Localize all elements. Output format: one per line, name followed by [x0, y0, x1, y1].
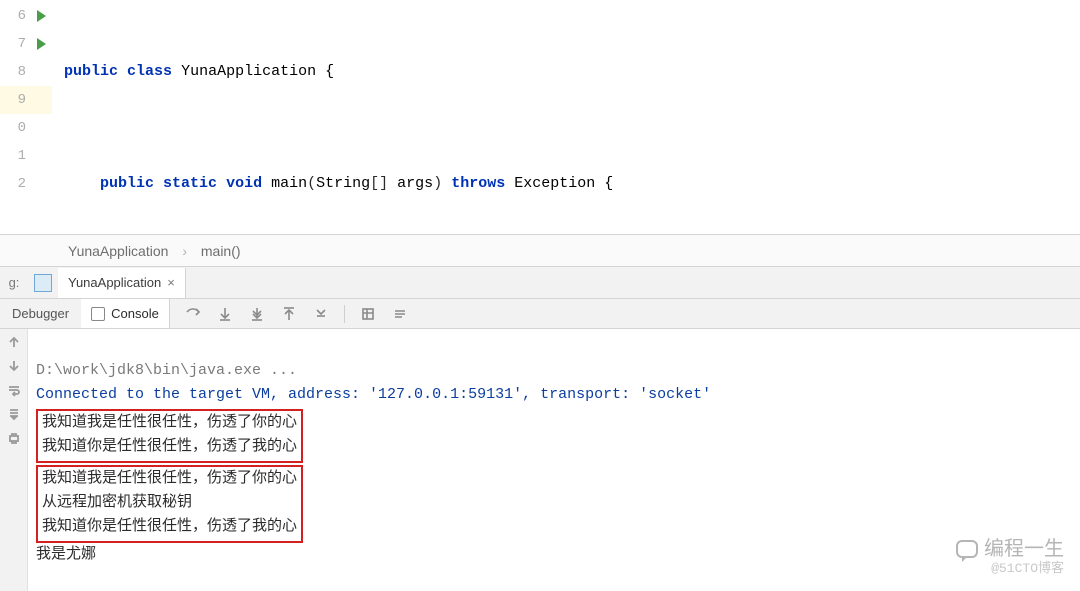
code-body[interactable]: public class YunaApplication { public st…: [52, 0, 1080, 234]
run-to-cursor-icon[interactable]: [359, 305, 377, 323]
breadcrumb[interactable]: YunaApplication › main(): [0, 235, 1080, 267]
code-editor[interactable]: 6 7 8 9 0 1 2 public class YunaApplicati…: [0, 0, 1080, 235]
close-icon[interactable]: ×: [167, 268, 175, 298]
console-line: 我知道你是任性很任性，伤透了我的心: [42, 518, 297, 535]
breadcrumb-class[interactable]: YunaApplication: [68, 243, 168, 259]
highlight-box: 我知道我是任性很任性，伤透了你的心 我知道你是任性很任性，伤透了我的心: [36, 409, 303, 463]
console-line: 我知道我是任性很任性，伤透了你的心: [42, 414, 297, 431]
step-over-icon[interactable]: [184, 305, 202, 323]
console-icon: [91, 307, 105, 321]
gutter-line[interactable]: 0: [0, 114, 52, 142]
code-line[interactable]: public static void main(String[] args) t…: [52, 170, 1080, 198]
breadcrumb-method[interactable]: main(): [201, 243, 241, 259]
console-line: 我是尤娜: [36, 546, 96, 563]
debug-toolbar: Debugger Console: [0, 299, 1080, 329]
code-line[interactable]: public class YunaApplication {: [52, 58, 1080, 86]
editor-gutter: 6 7 8 9 0 1 2: [0, 0, 52, 234]
watermark: @51CTO博客: [991, 557, 1064, 581]
run-tab-strip: g: YunaApplication ×: [0, 267, 1080, 299]
gutter-line[interactable]: 2: [0, 170, 52, 198]
print-icon[interactable]: [7, 431, 21, 445]
gutter-line[interactable]: 6: [0, 2, 52, 30]
chevron-right-icon: ›: [182, 243, 187, 259]
console-line: 我知道你是任性很任性，伤透了我的心: [42, 438, 297, 455]
console-gutter: [0, 329, 28, 591]
console-tab[interactable]: Console: [81, 299, 170, 328]
arrow-down-icon[interactable]: [7, 359, 21, 373]
console-line: D:\work\jdk8\bin\java.exe ...: [36, 362, 297, 379]
arrow-up-icon[interactable]: [7, 335, 21, 349]
gutter-line[interactable]: 7: [0, 30, 52, 58]
console-line: 我知道我是任性很任性，伤透了你的心: [42, 470, 297, 487]
force-step-into-icon[interactable]: [248, 305, 266, 323]
console-line: Connected to the target VM, address: '12…: [36, 386, 711, 403]
gutter-line[interactable]: 8: [0, 58, 52, 86]
debugger-tab[interactable]: Debugger: [0, 299, 81, 328]
step-out-icon[interactable]: [280, 305, 298, 323]
highlight-box: 我知道我是任性很任性，伤透了你的心 从远程加密机获取秘钥 我知道你是任性很任性，…: [36, 465, 303, 543]
soft-wrap-icon[interactable]: [7, 383, 21, 397]
console-line: 从远程加密机获取秘钥: [42, 494, 192, 511]
evaluate-icon[interactable]: [391, 305, 409, 323]
gutter-line[interactable]: 9: [0, 86, 52, 114]
step-into-icon[interactable]: [216, 305, 234, 323]
drop-frame-icon[interactable]: [312, 305, 330, 323]
chat-bubble-icon: [956, 540, 978, 558]
window-icon: [34, 274, 52, 292]
scroll-end-icon[interactable]: [7, 407, 21, 421]
gutter-line[interactable]: 1: [0, 142, 52, 170]
run-config-tab[interactable]: YunaApplication ×: [58, 268, 186, 298]
run-panel-label: g:: [0, 275, 28, 290]
separator: [344, 305, 345, 323]
console-output[interactable]: D:\work\jdk8\bin\java.exe ... Connected …: [28, 329, 1080, 591]
